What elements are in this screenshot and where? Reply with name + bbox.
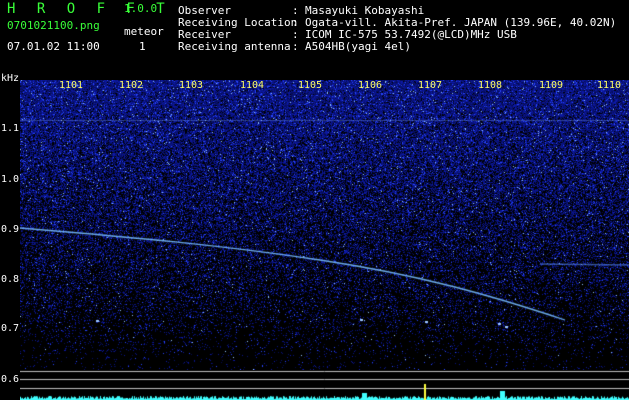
- x-tick-label: 1101: [59, 80, 84, 91]
- info-value-location: Ogata-vill. Akita-Pref. JAPAN (139.96E, …: [305, 16, 617, 29]
- info-value-receiver: ICOM IC-575 53.7492(@LCD)MHz USB: [305, 28, 517, 41]
- filename: 0701021100.png: [7, 19, 100, 32]
- x-tick-label: 1110: [597, 80, 622, 91]
- y-tick-label: 0.9: [1, 224, 20, 235]
- info-value-antenna: A504HB(yagi 4el): [305, 40, 411, 53]
- x-tick-label: 1106: [358, 80, 383, 91]
- x-tick-label: 1108: [478, 80, 503, 91]
- info-label-location: Receiving Location: [178, 16, 298, 29]
- x-tick-label: 1109: [539, 80, 564, 91]
- x-tick-label: 1107: [418, 80, 443, 91]
- x-tick-label: 1103: [179, 80, 204, 91]
- info-sep: :: [292, 16, 299, 29]
- y-axis-unit: kHz: [1, 73, 20, 84]
- y-tick-label: 0.8: [1, 274, 20, 285]
- x-tick-label: 1105: [298, 80, 323, 91]
- datetime: 07.01.02 11:00: [7, 40, 100, 53]
- info-label-receiver: Receiver: [178, 28, 231, 41]
- signal-level-strip: [20, 370, 629, 400]
- meteor-count: 1: [139, 40, 146, 53]
- info-value-observer: Masayuki Kobayashi: [305, 4, 425, 17]
- meteor-label: meteor: [124, 25, 164, 38]
- x-tick-label: 1102: [119, 80, 144, 91]
- info-sep: :: [292, 28, 299, 41]
- app-version: 1.0.0: [124, 2, 158, 15]
- x-tick-label: 1104: [240, 80, 265, 91]
- y-tick-label: 0.6: [1, 374, 20, 385]
- y-tick-label: 1.1: [1, 123, 20, 134]
- hroft-spectrogram-window: H R O F F T 1.0.0 0701021100.png 07.01.0…: [0, 0, 629, 400]
- info-sep: :: [292, 4, 299, 17]
- info-sep: :: [292, 40, 299, 53]
- info-label-antenna: Receiving antenna: [178, 40, 291, 53]
- info-label-observer: Observer: [178, 4, 231, 17]
- y-tick-label: 0.7: [1, 323, 20, 334]
- spectrogram-canvas: [20, 80, 629, 370]
- y-tick-label: 1.0: [1, 174, 20, 185]
